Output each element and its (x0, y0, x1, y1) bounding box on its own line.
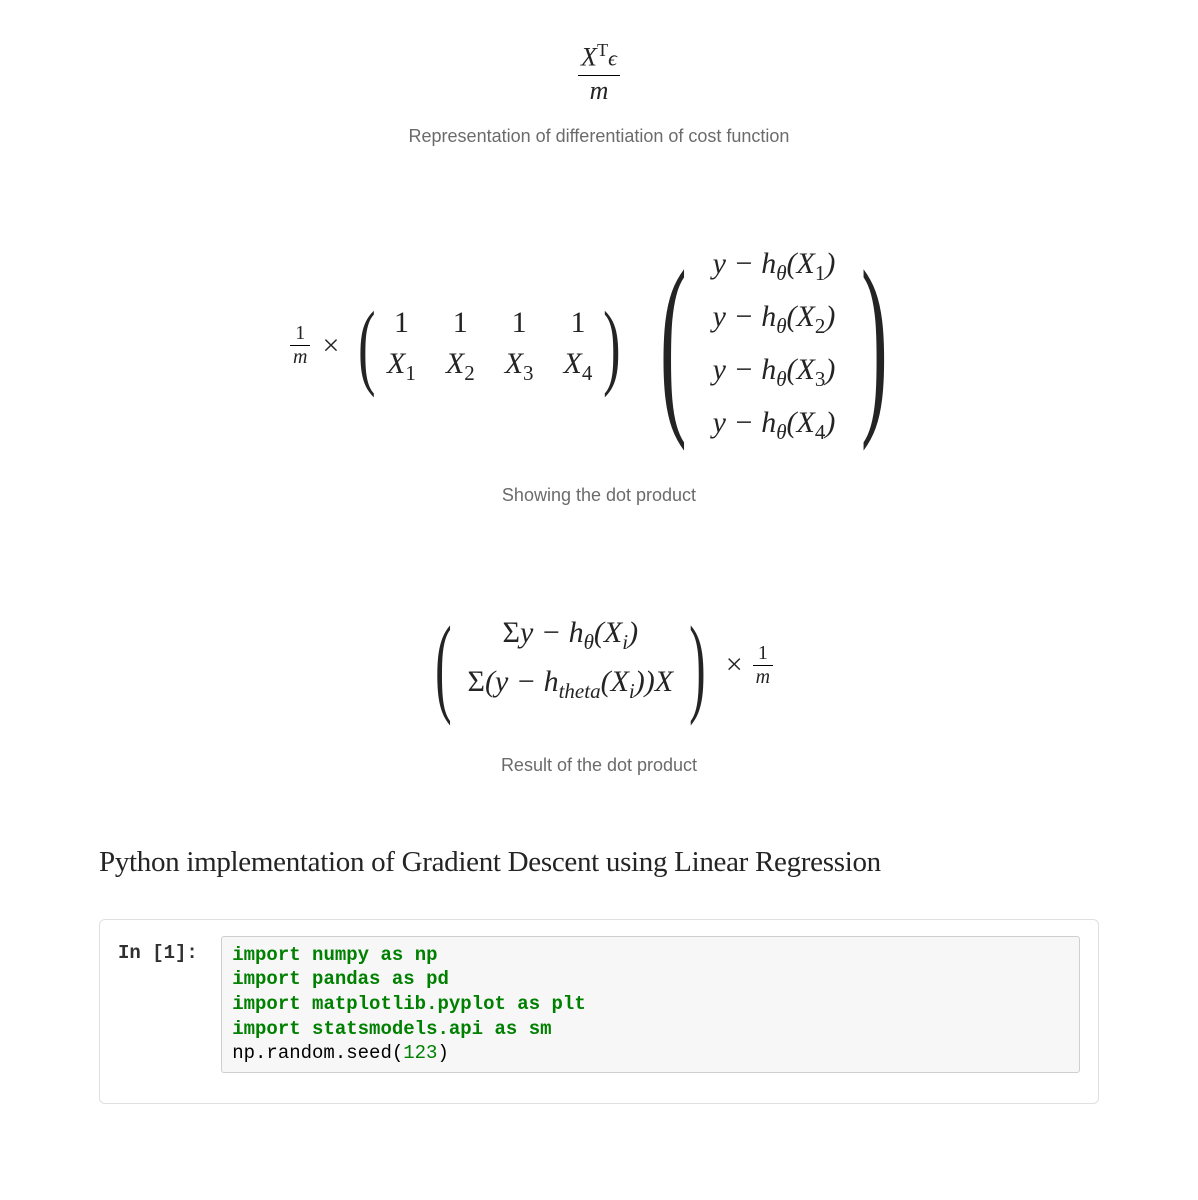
code-line-2: import pandas as pd (232, 967, 1069, 992)
vec-r2: y − hθ(X2) (713, 300, 836, 339)
f3-fnum: 1 (753, 642, 773, 666)
formula-dot-product: 1 m × ( 1 1 1 1 X1 X2 X3 X4 ) ( (99, 217, 1099, 465)
m-r2c1: X1 (387, 347, 416, 386)
f3-fden: m (753, 666, 773, 689)
code-line-3: import matplotlib.pyplot as plt (232, 992, 1069, 1017)
m-r1c4: 1 (564, 306, 593, 340)
m-r2c2: X2 (446, 347, 475, 386)
code-cell-outer: In [1]: import numpy as np import pandas… (99, 919, 1099, 1104)
code-line-1: import numpy as np (232, 943, 1069, 968)
f1-eps: ϵ (608, 46, 617, 71)
f2-fden: m (290, 346, 310, 369)
f3-times: × (726, 648, 743, 682)
code-prompt: In [1]: (118, 936, 209, 964)
caption-1: Representation of differentiation of cos… (99, 126, 1099, 147)
m-r2c4: X4 (564, 347, 593, 386)
m-r1c1: 1 (387, 306, 416, 340)
vec-r1: y − hθ(X1) (713, 247, 836, 286)
code-line-5: np.random.seed(123) (232, 1041, 1069, 1066)
f2-times: × (322, 329, 339, 363)
f3-r2: Σ(y − htheta(Xi))X (468, 665, 674, 704)
caption-3: Result of the dot product (99, 755, 1099, 776)
formula-cost-derivative: XTϵ m (99, 40, 1099, 106)
code-inner[interactable]: import numpy as np import pandas as pd i… (221, 936, 1080, 1073)
section-heading: Python implementation of Gradient Descen… (99, 846, 1099, 879)
f1-sup: T (597, 40, 608, 60)
f3-r1: Σy − hθ(Xi) (468, 616, 674, 655)
caption-2: Showing the dot product (99, 485, 1099, 506)
m-r1c3: 1 (505, 306, 534, 340)
code-line-4: import statsmodels.api as sm (232, 1017, 1069, 1042)
f1-den: m (578, 76, 620, 106)
vec-r4: y − hθ(X4) (713, 406, 836, 445)
f1-x: X (581, 43, 597, 72)
m-r1c2: 1 (446, 306, 475, 340)
m-r2c3: X3 (505, 347, 534, 386)
formula-dot-result: ( Σy − hθ(Xi) Σ(y − htheta(Xi))X ) × 1 m (99, 576, 1099, 735)
f2-fnum: 1 (290, 322, 310, 346)
vec-r3: y − hθ(X3) (713, 353, 836, 392)
